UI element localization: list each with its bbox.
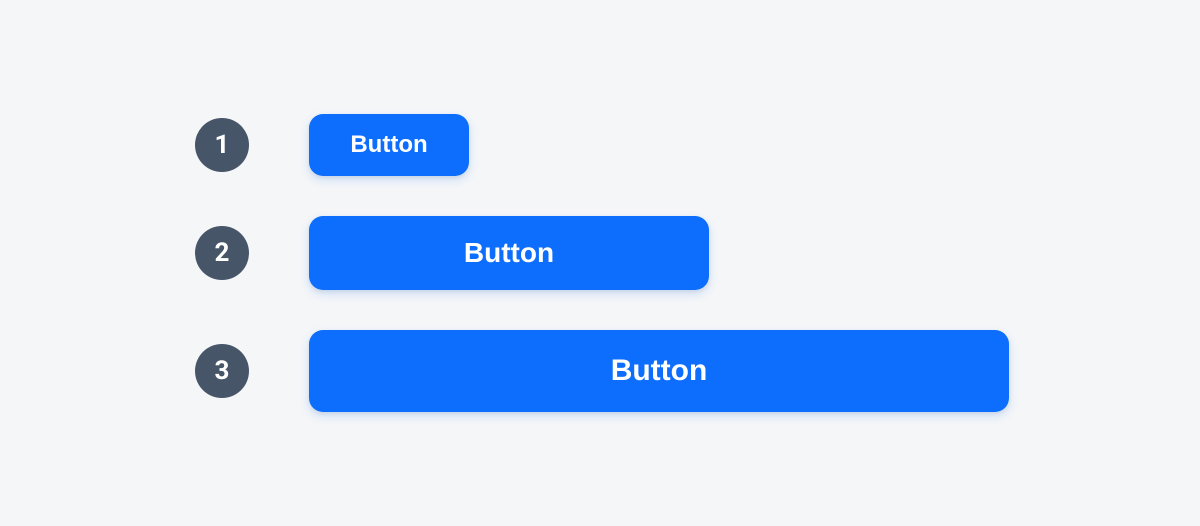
step-badge-1: 1 xyxy=(195,118,249,172)
button-row-3: 3 Button xyxy=(195,330,1200,412)
step-number: 1 xyxy=(215,130,230,160)
button-size-1[interactable]: Button xyxy=(309,114,469,176)
button-label: Button xyxy=(611,354,708,388)
step-number: 3 xyxy=(215,356,230,386)
step-badge-3: 3 xyxy=(195,344,249,398)
step-badge-2: 2 xyxy=(195,226,249,280)
button-row-2: 2 Button xyxy=(195,216,1200,290)
step-number: 2 xyxy=(215,238,230,268)
button-label: Button xyxy=(464,237,554,269)
button-row-1: 1 Button xyxy=(195,114,1200,176)
button-label: Button xyxy=(350,131,427,159)
button-size-3[interactable]: Button xyxy=(309,330,1009,412)
button-size-2[interactable]: Button xyxy=(309,216,709,290)
